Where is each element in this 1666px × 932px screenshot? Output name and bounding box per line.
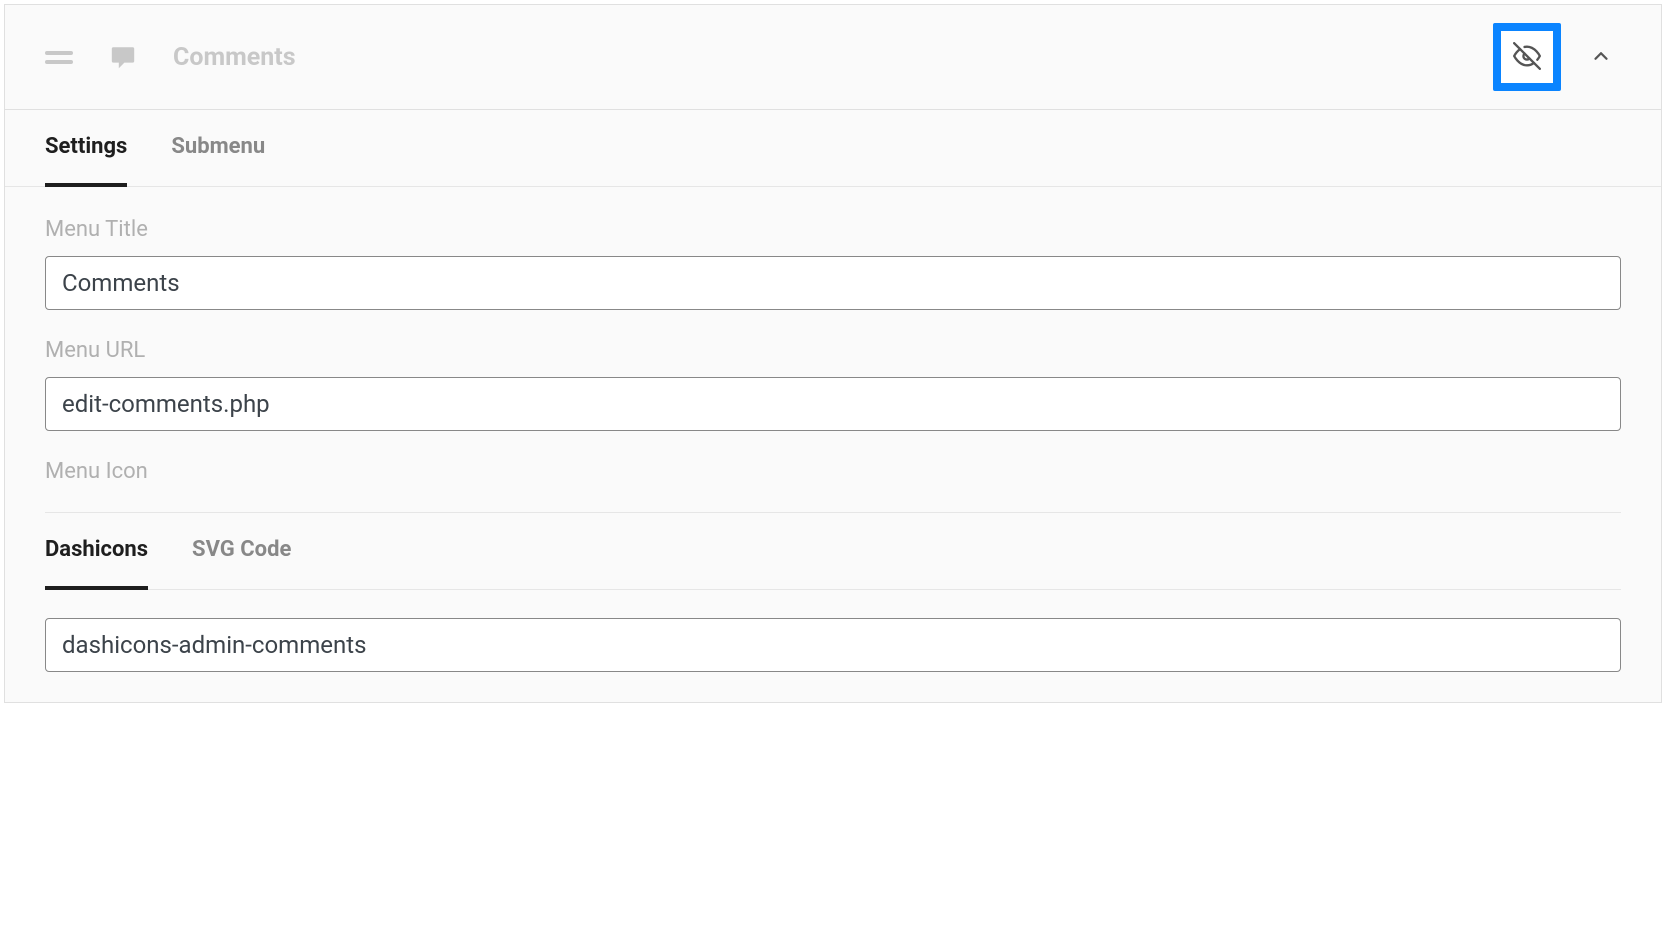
visibility-off-icon xyxy=(1513,42,1541,73)
tab-svg-code[interactable]: SVG Code xyxy=(192,513,291,590)
collapse-button[interactable] xyxy=(1581,37,1621,77)
icon-tabs: Dashicons SVG Code xyxy=(45,513,1621,590)
main-tabs: Settings Submenu xyxy=(5,110,1661,187)
field-menu-url: Menu URL xyxy=(45,338,1621,431)
menu-icon-label: Menu Icon xyxy=(45,459,1621,484)
menu-url-label: Menu URL xyxy=(45,338,1621,363)
comments-icon xyxy=(109,43,137,71)
menu-title-input[interactable] xyxy=(45,256,1621,310)
tab-dashicons[interactable]: Dashicons xyxy=(45,513,148,590)
menu-url-input[interactable] xyxy=(45,377,1621,431)
header-actions xyxy=(1493,23,1621,91)
drag-handle-icon[interactable] xyxy=(45,51,73,64)
panel-body: Menu Title Menu URL Menu Icon Dashicons … xyxy=(5,187,1661,702)
panel-header: Comments xyxy=(5,5,1661,110)
panel-title: Comments xyxy=(173,43,1457,72)
field-menu-icon: Menu Icon xyxy=(45,459,1621,484)
tab-settings[interactable]: Settings xyxy=(45,110,127,187)
dashicon-input[interactable] xyxy=(45,618,1621,672)
menu-title-label: Menu Title xyxy=(45,217,1621,242)
menu-item-panel: Comments Settings Submenu xyxy=(4,4,1662,703)
field-menu-title: Menu Title xyxy=(45,217,1621,310)
tab-submenu[interactable]: Submenu xyxy=(171,110,265,187)
chevron-up-icon xyxy=(1590,45,1612,70)
visibility-toggle-button[interactable] xyxy=(1493,23,1561,91)
